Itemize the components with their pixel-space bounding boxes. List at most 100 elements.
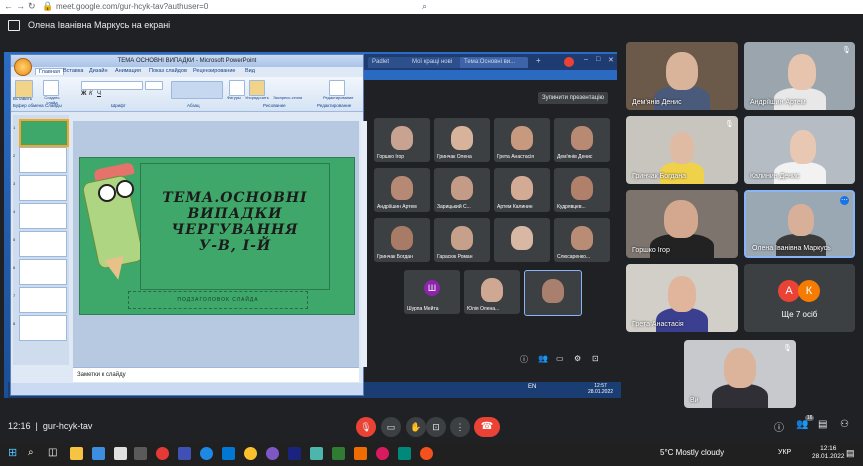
paragraph-controls[interactable]	[171, 81, 223, 99]
chrome-icon[interactable]	[244, 447, 257, 460]
app-icon[interactable]	[134, 447, 147, 460]
tab-insert[interactable]: Вставка	[63, 68, 83, 74]
shapes-icon[interactable]	[229, 80, 245, 96]
opera-icon[interactable]	[156, 447, 169, 460]
arrange-icon[interactable]	[249, 80, 265, 96]
edge-icon[interactable]	[200, 447, 213, 460]
app-icon[interactable]	[310, 447, 323, 460]
slide-thumbnail[interactable]	[19, 203, 67, 229]
photoshop-icon[interactable]	[288, 447, 301, 460]
shapes-button[interactable]: Фигуры	[227, 95, 241, 100]
slide-thumbnail[interactable]	[19, 231, 67, 257]
new-slide-icon[interactable]	[43, 80, 59, 96]
activities-icon[interactable]: ⚙	[574, 354, 581, 363]
tab-view[interactable]: Вид	[245, 68, 255, 74]
app-icon[interactable]	[354, 447, 367, 460]
maximize-icon[interactable]: □	[596, 56, 600, 63]
stop-presenting-button[interactable]: Зупинити презентацію	[538, 92, 608, 104]
slide-thumbnail[interactable]	[19, 175, 67, 201]
hand-icon: ✋	[410, 422, 422, 432]
minimize-icon[interactable]: –	[584, 56, 588, 63]
mail-icon[interactable]	[114, 447, 127, 460]
editing-button[interactable]: Редактирование	[323, 95, 353, 100]
paste-button[interactable]: Вставить	[13, 96, 32, 101]
participant-tile[interactable]: Калинин Денис	[744, 116, 855, 184]
tab-design[interactable]: Дизайн	[89, 68, 108, 74]
camera-toggle-button[interactable]: ▭	[381, 417, 401, 437]
font-size-select[interactable]	[145, 81, 163, 90]
subtitle-placeholder[interactable]: ПОДЗАГОЛОВОК СЛАЙДА	[128, 291, 308, 309]
raise-hand-button[interactable]: ✋	[406, 417, 426, 437]
mic-toggle-button[interactable]: 🎙	[356, 417, 376, 437]
slide-thumbnail[interactable]	[19, 119, 69, 147]
leave-call-button[interactable]: ☎	[474, 417, 500, 437]
search-icon[interactable]: ⌕	[422, 0, 427, 13]
inner-tab[interactable]: Мої кращі нові	[408, 57, 464, 68]
notes-pane[interactable]: Заметки к слайду	[73, 367, 359, 382]
title-placeholder[interactable]: ТЕМА.ОСНОВНІ ВИПАДКИ ЧЕРГУВАННЯ У-В, І-Й	[140, 163, 330, 290]
chrome-active-icon[interactable]	[420, 447, 433, 460]
inner-tab[interactable]: Padlet	[368, 57, 412, 68]
info-icon[interactable]: ⓘ	[520, 354, 528, 365]
more-participants-tile[interactable]: А К Ще 7 осіб	[744, 264, 855, 332]
present-button[interactable]: ⊡	[426, 417, 446, 437]
app-icon[interactable]	[222, 447, 235, 460]
find-icon[interactable]	[329, 80, 345, 96]
participant-tile[interactable]: Дем'янів Денис	[626, 42, 738, 110]
people-button[interactable]: 👥 16	[796, 415, 815, 430]
search-icon[interactable]: ⌕	[28, 447, 34, 458]
more-options-button[interactable]: ⋮	[450, 417, 470, 437]
app-icon[interactable]	[332, 447, 345, 460]
participant-tile[interactable]: 🎙 Андріїшин Артем	[744, 42, 855, 110]
self-view-tile[interactable]: 🎙 Ви	[684, 340, 796, 408]
tab-home[interactable]: Главная	[35, 68, 64, 75]
app-icon[interactable]	[398, 447, 411, 460]
slide-thumbnail[interactable]	[19, 315, 67, 341]
back-arrow-icon[interactable]: ←	[4, 0, 13, 13]
participant-tile[interactable]: Горшко Ігор	[626, 190, 738, 258]
more-options-icon[interactable]: ⋯	[840, 196, 849, 205]
new-tab-icon[interactable]: +	[536, 56, 541, 65]
chat-icon[interactable]: ▭	[556, 354, 564, 363]
weather-widget[interactable]: 5°C Mostly cloudy	[660, 448, 724, 457]
word-icon[interactable]	[178, 447, 191, 460]
ribbon-tabs: Главная Вставка Дизайн Анимация Показ сл…	[33, 67, 363, 77]
participant-tile[interactable]: Грета Анастасія	[626, 264, 738, 332]
url-text[interactable]: meet.google.com/gur-hcyk-tav?authuser=0	[56, 0, 208, 13]
slide-thumbnail[interactable]	[19, 287, 67, 313]
people-icon[interactable]: 👥	[538, 354, 548, 363]
file-explorer-icon[interactable]	[70, 447, 83, 460]
underline-icon[interactable]: Ч	[97, 91, 101, 97]
app-icon[interactable]	[376, 447, 389, 460]
office-button-icon[interactable]	[14, 58, 32, 76]
info-icon[interactable]: ⓘ	[774, 419, 784, 434]
task-view-icon[interactable]: ◫	[48, 447, 57, 458]
store-icon[interactable]	[92, 447, 105, 460]
tab-animation[interactable]: Анимация	[115, 68, 141, 74]
language-indicator[interactable]: УКР	[778, 449, 791, 456]
italic-icon[interactable]: К	[89, 91, 93, 97]
font-name-select[interactable]	[81, 81, 143, 90]
tab-review[interactable]: Рецензирование	[193, 68, 235, 74]
participant-tile-speaking[interactable]: ⋯ Олена Іванівна Маркусь	[744, 190, 855, 258]
arrange-button[interactable]: Упорядочить	[245, 95, 269, 100]
lock-icon[interactable]: ⊡	[592, 354, 599, 363]
windows-start-icon[interactable]: ⊞	[8, 446, 17, 459]
viber-icon[interactable]	[266, 447, 279, 460]
tab-slideshow[interactable]: Показ слайдов	[149, 68, 187, 74]
bold-icon[interactable]: Ж	[81, 91, 86, 97]
inner-tab-active[interactable]: Тема:Основні ви...	[460, 57, 528, 68]
forward-arrow-icon[interactable]: →	[16, 0, 25, 13]
chat-icon[interactable]: ▤	[818, 419, 827, 430]
current-slide[interactable]: ТЕМА.ОСНОВНІ ВИПАДКИ ЧЕРГУВАННЯ У-В, І-Й…	[79, 157, 355, 315]
close-icon[interactable]: ✕	[608, 56, 614, 64]
slide-thumbnail[interactable]	[19, 147, 67, 173]
notifications-icon[interactable]: ▤	[846, 448, 855, 459]
activities-icon[interactable]: ⚇	[840, 419, 849, 430]
system-clock[interactable]: 12:16 28.01.2022	[812, 445, 845, 461]
participant-tile[interactable]: 🎙 Гринчак Богдана	[626, 116, 738, 184]
quick-styles-button[interactable]: Экспресс-стили	[273, 95, 302, 100]
reload-icon[interactable]: ↻	[28, 0, 36, 13]
slide-thumbnail[interactable]	[19, 259, 67, 285]
vertical-scrollbar[interactable]	[361, 121, 367, 367]
